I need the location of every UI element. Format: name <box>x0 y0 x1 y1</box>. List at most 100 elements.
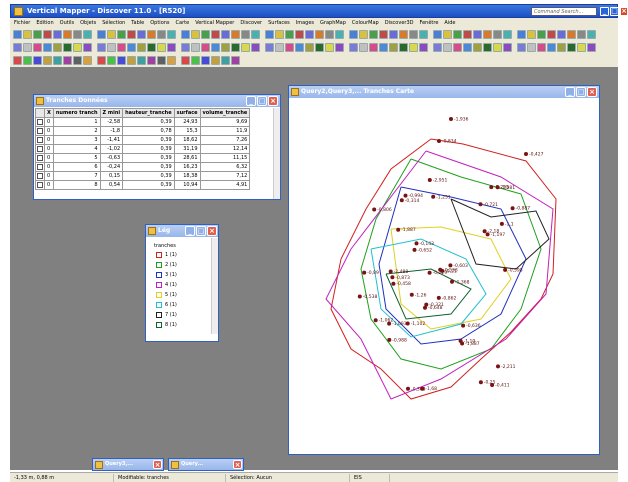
survey-point[interactable] <box>362 270 367 275</box>
map-maximize-button[interactable]: □ <box>576 87 586 97</box>
toolbar-tool-icon[interactable] <box>517 43 526 52</box>
toolbar-tool-icon[interactable] <box>63 43 72 52</box>
toolbar-tool-icon[interactable] <box>399 43 408 52</box>
map-window-titlebar[interactable]: Query2,Query3,... Tranches Carte _ □ × <box>289 86 599 98</box>
menu-vertical-mapper[interactable]: Vertical Mapper <box>195 20 234 26</box>
survey-point[interactable] <box>427 270 432 275</box>
table-cell[interactable]: 31,19 <box>173 144 201 154</box>
minimized-window-query3[interactable]: Query3,... × <box>92 458 164 471</box>
survey-point[interactable] <box>450 279 454 284</box>
toolbar-tool-icon[interactable] <box>305 30 314 39</box>
toolbar-tool-icon[interactable] <box>453 30 462 39</box>
toolbar-tool-icon[interactable] <box>369 30 378 39</box>
toolbar-tool-icon[interactable] <box>53 43 62 52</box>
toolbar-tool-icon[interactable] <box>231 56 240 65</box>
toolbar-tool-icon[interactable] <box>167 56 176 65</box>
toolbar-tool-icon[interactable] <box>419 43 428 52</box>
row-select-checkbox[interactable] <box>35 135 45 145</box>
row-select-checkbox[interactable] <box>35 144 45 154</box>
toolbar-tool-icon[interactable] <box>557 30 566 39</box>
survey-point[interactable] <box>436 295 441 300</box>
column-header-surface[interactable]: surface <box>173 108 201 118</box>
toolbar-tool-icon[interactable] <box>211 30 220 39</box>
survey-point[interactable] <box>499 221 504 226</box>
toolbar-tool-icon[interactable] <box>181 30 190 39</box>
survey-point[interactable] <box>489 185 494 190</box>
column-header-volume-tranche[interactable]: volume_tranche <box>199 108 251 118</box>
toolbar-tool-icon[interactable] <box>83 43 92 52</box>
table-cell[interactable]: 7,12 <box>199 171 251 181</box>
toolbar-tool-icon[interactable] <box>13 30 22 39</box>
table-cell[interactable]: 7,26 <box>199 135 251 145</box>
toolbar-tool-icon[interactable] <box>137 56 146 65</box>
table-cell[interactable]: -1,02 <box>99 144 124 154</box>
toolbar-tool-icon[interactable] <box>315 43 324 52</box>
toolbar-tool-icon[interactable] <box>181 56 190 65</box>
survey-point[interactable] <box>412 247 417 252</box>
table-cell[interactable]: 0 <box>44 144 54 154</box>
toolbar-tool-icon[interactable] <box>567 43 576 52</box>
toolbar-tool-icon[interactable] <box>137 30 146 39</box>
command-search-input[interactable]: Command Search... <box>531 7 597 16</box>
table-cell[interactable]: 10,94 <box>173 180 201 190</box>
survey-point[interactable] <box>357 294 362 299</box>
toolbar-tool-icon[interactable] <box>147 43 156 52</box>
survey-point[interactable] <box>458 338 463 343</box>
table-row[interactable]: 0 4 -1,02 0,39 31,19 12,14 <box>35 144 251 154</box>
menu-selection[interactable]: Sélection <box>102 20 125 26</box>
table-row[interactable]: 0 8 0,54 0,39 10,94 4,91 <box>35 180 251 190</box>
toolbar-tool-icon[interactable] <box>369 43 378 52</box>
toolbar-tool-icon[interactable] <box>251 30 260 39</box>
toolbar-tool-icon[interactable] <box>265 43 274 52</box>
toolbar-tool-icon[interactable] <box>107 30 116 39</box>
toolbar-tool-icon[interactable] <box>157 56 166 65</box>
toolbar-tool-icon[interactable] <box>117 56 126 65</box>
table-cell[interactable]: 24,93 <box>173 117 201 127</box>
survey-point[interactable] <box>461 323 466 328</box>
toolbar-tool-icon[interactable] <box>503 30 512 39</box>
menu-discover3d[interactable]: Discover3D <box>385 20 414 26</box>
toolbar-tool-icon[interactable] <box>23 43 32 52</box>
toolbar-tool-icon[interactable] <box>23 56 32 65</box>
table-minimize-button[interactable]: _ <box>246 96 256 106</box>
table-cell[interactable]: -1,8 <box>99 126 124 136</box>
survey-point[interactable] <box>409 292 414 297</box>
toolbar-tool-icon[interactable] <box>97 43 106 52</box>
toolbar-tool-icon[interactable] <box>305 43 314 52</box>
toolbar-tool-icon[interactable] <box>127 56 136 65</box>
toolbar-tool-icon[interactable] <box>23 30 32 39</box>
survey-point[interactable] <box>391 281 396 286</box>
toolbar-tool-icon[interactable] <box>97 56 106 65</box>
table-row[interactable]: 0 6 -0,24 0,39 16,23 6,32 <box>35 162 251 172</box>
toolbar-tool-icon[interactable] <box>117 30 126 39</box>
survey-point[interactable] <box>420 386 425 391</box>
toolbar-tool-icon[interactable] <box>73 43 82 52</box>
table-cell[interactable]: -0,63 <box>99 153 124 163</box>
toolbar-tool-icon[interactable] <box>191 43 200 52</box>
toolbar-tool-icon[interactable] <box>419 30 428 39</box>
legend-vertical-scrollbar[interactable] <box>211 238 218 334</box>
survey-point[interactable] <box>431 194 436 199</box>
column-header-z-mini[interactable]: Z mini <box>99 108 124 118</box>
table-cell[interactable]: 0,39 <box>122 117 175 127</box>
toolbar-tool-icon[interactable] <box>107 56 116 65</box>
table-cell[interactable]: 11,9 <box>199 126 251 136</box>
toolbar-tool-icon[interactable] <box>63 56 72 65</box>
row-select-checkbox[interactable] <box>35 126 45 136</box>
toolbar-tool-icon[interactable] <box>211 43 220 52</box>
toolbar-tool-icon[interactable] <box>493 43 502 52</box>
toolbar-tool-icon[interactable] <box>517 30 526 39</box>
table-vertical-scrollbar[interactable] <box>273 108 280 199</box>
toolbar-tool-icon[interactable] <box>191 30 200 39</box>
row-select-checkbox[interactable] <box>35 162 45 172</box>
toolbar-tool-icon[interactable] <box>315 30 324 39</box>
minimize-button[interactable]: _ <box>600 7 609 16</box>
toolbar-tool-icon[interactable] <box>483 43 492 52</box>
table-cell[interactable]: 2 <box>52 126 101 136</box>
toolbar-tool-icon[interactable] <box>73 30 82 39</box>
table-cell[interactable]: 0 <box>44 162 54 172</box>
toolbar-tool-icon[interactable] <box>201 30 210 39</box>
map-window[interactable]: Query2,Query3,... Tranches Carte _ □ × -… <box>288 85 600 455</box>
toolbar-tool-icon[interactable] <box>379 43 388 52</box>
toolbar-tool-icon[interactable] <box>399 30 408 39</box>
